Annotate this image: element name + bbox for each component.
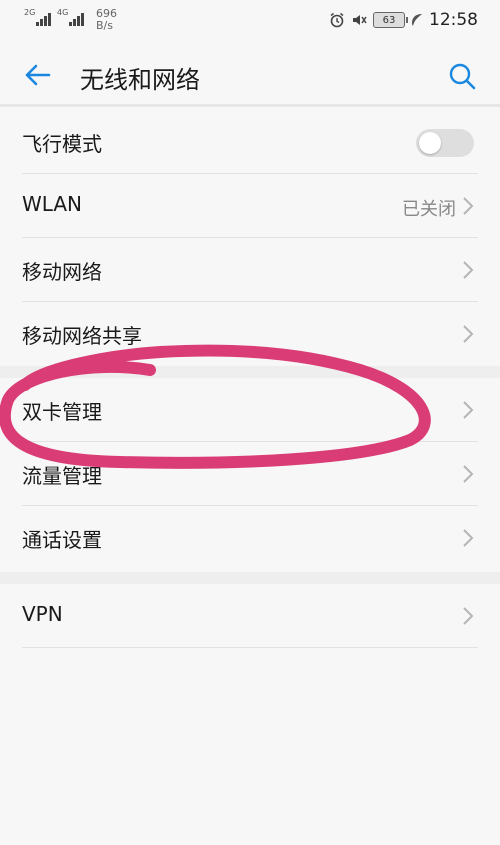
status-bar: 2G 4G 696 B/s 63 12:58 [0,0,500,40]
chevron-right-icon [463,607,474,625]
search-icon[interactable] [448,62,476,90]
settings-row-mobile-network[interactable]: 移动网络 [0,238,500,302]
row-label: 通话设置 [22,528,102,552]
row-label: VPN [22,602,63,626]
settings-row-vpn[interactable]: VPN [0,584,500,648]
chevron-right-icon [463,197,474,215]
row-label: 流量管理 [22,464,102,488]
signal-sim1-icon: 2G [24,8,51,26]
settings-row-call-settings[interactable]: 通话设置 [0,506,500,570]
network-speed: 696 B/s [96,8,117,32]
alarm-icon [330,12,344,28]
network-speed-unit: B/s [96,19,113,32]
chevron-right-icon [463,529,474,547]
settings-row-airplane-mode[interactable]: 飞行模式 [0,110,500,174]
leaf-icon [412,14,422,26]
battery-icon: 63 [373,12,408,28]
toggle-knob [419,132,441,154]
header-divider [0,104,500,107]
row-divider [22,647,478,648]
section-gap [0,572,500,584]
chevron-right-icon [463,261,474,279]
airplane-mode-toggle[interactable] [416,129,474,157]
section-gap [0,366,500,378]
app-header: 无线和网络 [0,40,500,106]
settings-row-tethering[interactable]: 移动网络共享 [0,302,500,366]
status-time: 12:58 [429,10,478,30]
settings-row-dual-sim[interactable]: 双卡管理 [0,378,500,442]
row-label: 飞行模式 [22,132,102,156]
chevron-right-icon [463,325,474,343]
settings-row-wlan[interactable]: WLAN 已关闭 [0,174,500,238]
row-label: 移动网络共享 [22,324,142,348]
arrow-left-icon[interactable] [22,60,52,90]
sim1-network-tag: 2G [24,8,36,17]
chevron-right-icon [463,465,474,483]
mute-icon [353,15,367,25]
chevron-right-icon [463,401,474,419]
sim2-network-tag: 4G [57,8,69,17]
battery-level: 63 [382,14,396,26]
row-label: 双卡管理 [22,400,102,424]
row-label: WLAN [22,192,83,216]
settings-row-data-usage[interactable]: 流量管理 [0,442,500,506]
page-title: 无线和网络 [80,66,200,94]
row-label: 移动网络 [22,260,102,284]
signal-sim2-icon: 4G [57,8,84,26]
wlan-status-value: 已关闭 [402,199,456,220]
